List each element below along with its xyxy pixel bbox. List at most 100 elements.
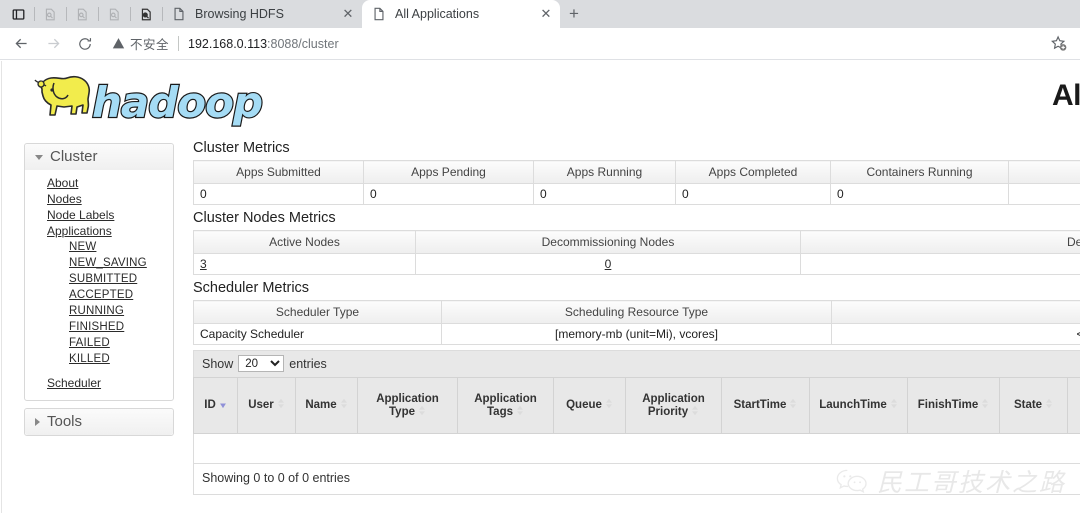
bookmark-button[interactable] bbox=[1046, 31, 1072, 57]
col-name[interactable]: Name bbox=[296, 378, 358, 434]
forward-button[interactable] bbox=[40, 31, 66, 57]
address-bar[interactable]: 不安全 192.168.0.113:8088/cluster bbox=[106, 32, 1046, 56]
sort-none-icon bbox=[516, 405, 524, 416]
col-finishtime[interactable]: FinishTime bbox=[908, 378, 1000, 434]
col-application-type-label: Application Type bbox=[376, 393, 439, 418]
browser-tab-all-applications[interactable]: All Applications ✕ bbox=[362, 0, 560, 28]
cell-scheduler-type: Capacity Scheduler bbox=[194, 324, 442, 345]
sort-none-icon bbox=[340, 398, 348, 409]
pinned-tab-2[interactable] bbox=[34, 0, 66, 28]
sidebar-item-failed[interactable]: FAILED bbox=[25, 335, 173, 351]
sort-none-icon bbox=[1045, 398, 1053, 409]
col-queue[interactable]: Queue bbox=[554, 378, 626, 434]
page-link-icon bbox=[108, 8, 121, 21]
tab-close-button[interactable]: ✕ bbox=[340, 6, 356, 22]
cell-decommissioned-nodes[interactable]: 0 bbox=[801, 254, 1080, 275]
col-name-label: Name bbox=[305, 399, 336, 411]
col-application-tags[interactable]: Application Tags bbox=[458, 378, 554, 434]
reload-icon bbox=[77, 36, 93, 52]
active-nodes-link[interactable]: 3 bbox=[200, 257, 207, 271]
chevron-down-icon bbox=[35, 155, 43, 160]
sidebar-item-applications[interactable]: Applications bbox=[25, 223, 173, 239]
hadoop-logo-icon: hadoop bbox=[24, 67, 264, 133]
sidebar-item-nodes[interactable]: Nodes bbox=[25, 191, 173, 207]
page-size-select[interactable]: 20 50 100 bbox=[238, 355, 284, 372]
col-starttime[interactable]: StartTime bbox=[722, 378, 810, 434]
tab-close-button[interactable]: ✕ bbox=[538, 6, 554, 22]
col-application-priority[interactable]: Application Priority bbox=[626, 378, 722, 434]
col-finalstatus[interactable]: FinalStatus bbox=[1068, 378, 1080, 434]
page-title: All Applications bbox=[1052, 79, 1080, 113]
col-launchtime-label: LaunchTime bbox=[819, 399, 887, 411]
col-decommissioning-nodes: Decommissioning Nodes bbox=[416, 231, 801, 254]
back-button[interactable] bbox=[8, 31, 34, 57]
tab-title: Browsing HDFS bbox=[195, 7, 340, 21]
pinned-tab-4[interactable] bbox=[98, 0, 130, 28]
table-row: 0 0 0 0 0 <memory:0 B, vCores:0> bbox=[194, 184, 1080, 205]
page-icon bbox=[372, 6, 386, 22]
col-apps-submitted: Apps Submitted bbox=[194, 161, 364, 184]
empty-cell bbox=[194, 434, 1080, 464]
sidebar-item-about[interactable]: About bbox=[25, 175, 173, 191]
scheduler-metrics-title: Scheduler Metrics bbox=[193, 280, 1080, 296]
browser-tab-browsing-hdfs[interactable]: Browsing HDFS ✕ bbox=[162, 0, 362, 28]
sidebar-item-killed[interactable]: KILLED bbox=[25, 351, 173, 367]
page-icon bbox=[172, 6, 186, 22]
col-user[interactable]: User bbox=[238, 378, 296, 434]
sidebar-item-submitted[interactable]: SUBMITTED bbox=[25, 271, 173, 287]
col-scheduling-resource-type: Scheduling Resource Type bbox=[442, 301, 832, 324]
col-queue-label: Queue bbox=[566, 399, 602, 411]
pinned-tab-1[interactable] bbox=[2, 0, 34, 28]
cell-apps-completed: 0 bbox=[676, 184, 831, 205]
sidebar-item-new-saving[interactable]: NEW_SAVING bbox=[25, 255, 173, 271]
sort-none-icon bbox=[691, 405, 699, 416]
sidebar-item-scheduler[interactable]: Scheduler bbox=[25, 375, 173, 391]
omnibox-divider bbox=[178, 36, 179, 51]
col-id[interactable]: ID bbox=[194, 378, 238, 434]
page-link-icon bbox=[76, 8, 89, 21]
cell-active-nodes[interactable]: 3 bbox=[194, 254, 416, 275]
sidebar-section-cluster-header[interactable]: Cluster bbox=[25, 144, 173, 170]
col-application-type[interactable]: Application Type bbox=[358, 378, 458, 434]
col-apps-pending: Apps Pending bbox=[364, 161, 534, 184]
table-header-row: ID User Name Application Type Applicatio… bbox=[194, 378, 1080, 434]
sidebar-section-tools: Tools bbox=[24, 408, 174, 436]
col-decommissioned-nodes: Decommissioned Nodes bbox=[801, 231, 1080, 254]
sort-none-icon bbox=[789, 398, 797, 409]
col-launchtime[interactable]: LaunchTime bbox=[810, 378, 908, 434]
col-apps-running: Apps Running bbox=[534, 161, 676, 184]
page-link-icon bbox=[44, 8, 57, 21]
pinned-tab-5[interactable] bbox=[130, 0, 162, 28]
browser-toolbar: 不安全 192.168.0.113:8088/cluster bbox=[0, 28, 1080, 60]
browser-window: Browsing HDFS ✕ All Applications ✕ + bbox=[0, 0, 1080, 513]
sidebar-section-tools-header[interactable]: Tools bbox=[25, 409, 173, 435]
reload-button[interactable] bbox=[72, 31, 98, 57]
entries-label: entries bbox=[289, 357, 327, 371]
tab-title: All Applications bbox=[395, 7, 538, 21]
cluster-metrics-table: Apps Submitted Apps Pending Apps Running… bbox=[193, 160, 1080, 205]
col-apps-completed: Apps Completed bbox=[676, 161, 831, 184]
sidebar-item-accepted[interactable]: ACCEPTED bbox=[25, 287, 173, 303]
forward-arrow-icon bbox=[45, 35, 62, 52]
svg-text:hadoop: hadoop bbox=[92, 78, 262, 127]
cell-scheduling-resource-type: [memory-mb (unit=Mi), vcores] bbox=[442, 324, 832, 345]
sidebar-item-new[interactable]: NEW bbox=[25, 239, 173, 255]
cell-decommissioning-nodes[interactable]: 0 bbox=[416, 254, 801, 275]
table-empty-row bbox=[194, 434, 1080, 464]
sidebar-item-running[interactable]: RUNNING bbox=[25, 303, 173, 319]
hadoop-logo[interactable]: hadoop bbox=[24, 67, 264, 133]
sidebar-item-finished[interactable]: FINISHED bbox=[25, 319, 173, 335]
decommissioning-nodes-link[interactable]: 0 bbox=[605, 257, 612, 271]
table-header-row: Active Nodes Decommissioning Nodes Decom… bbox=[194, 231, 1080, 254]
cluster-metrics-title: Cluster Metrics bbox=[193, 140, 1080, 156]
window-icon bbox=[12, 8, 25, 21]
cell-apps-running: 0 bbox=[534, 184, 676, 205]
cell-used-resources: <memory:0 B, vCores:0> bbox=[1009, 184, 1080, 205]
sidebar-section-cluster-label: Cluster bbox=[50, 148, 98, 165]
col-state[interactable]: State bbox=[1000, 378, 1068, 434]
col-used-resources: Used Resources bbox=[1009, 161, 1080, 184]
back-arrow-icon bbox=[13, 35, 30, 52]
pinned-tab-3[interactable] bbox=[66, 0, 98, 28]
new-tab-button[interactable]: + bbox=[560, 0, 588, 28]
sidebar-item-node-labels[interactable]: Node Labels bbox=[25, 207, 173, 223]
